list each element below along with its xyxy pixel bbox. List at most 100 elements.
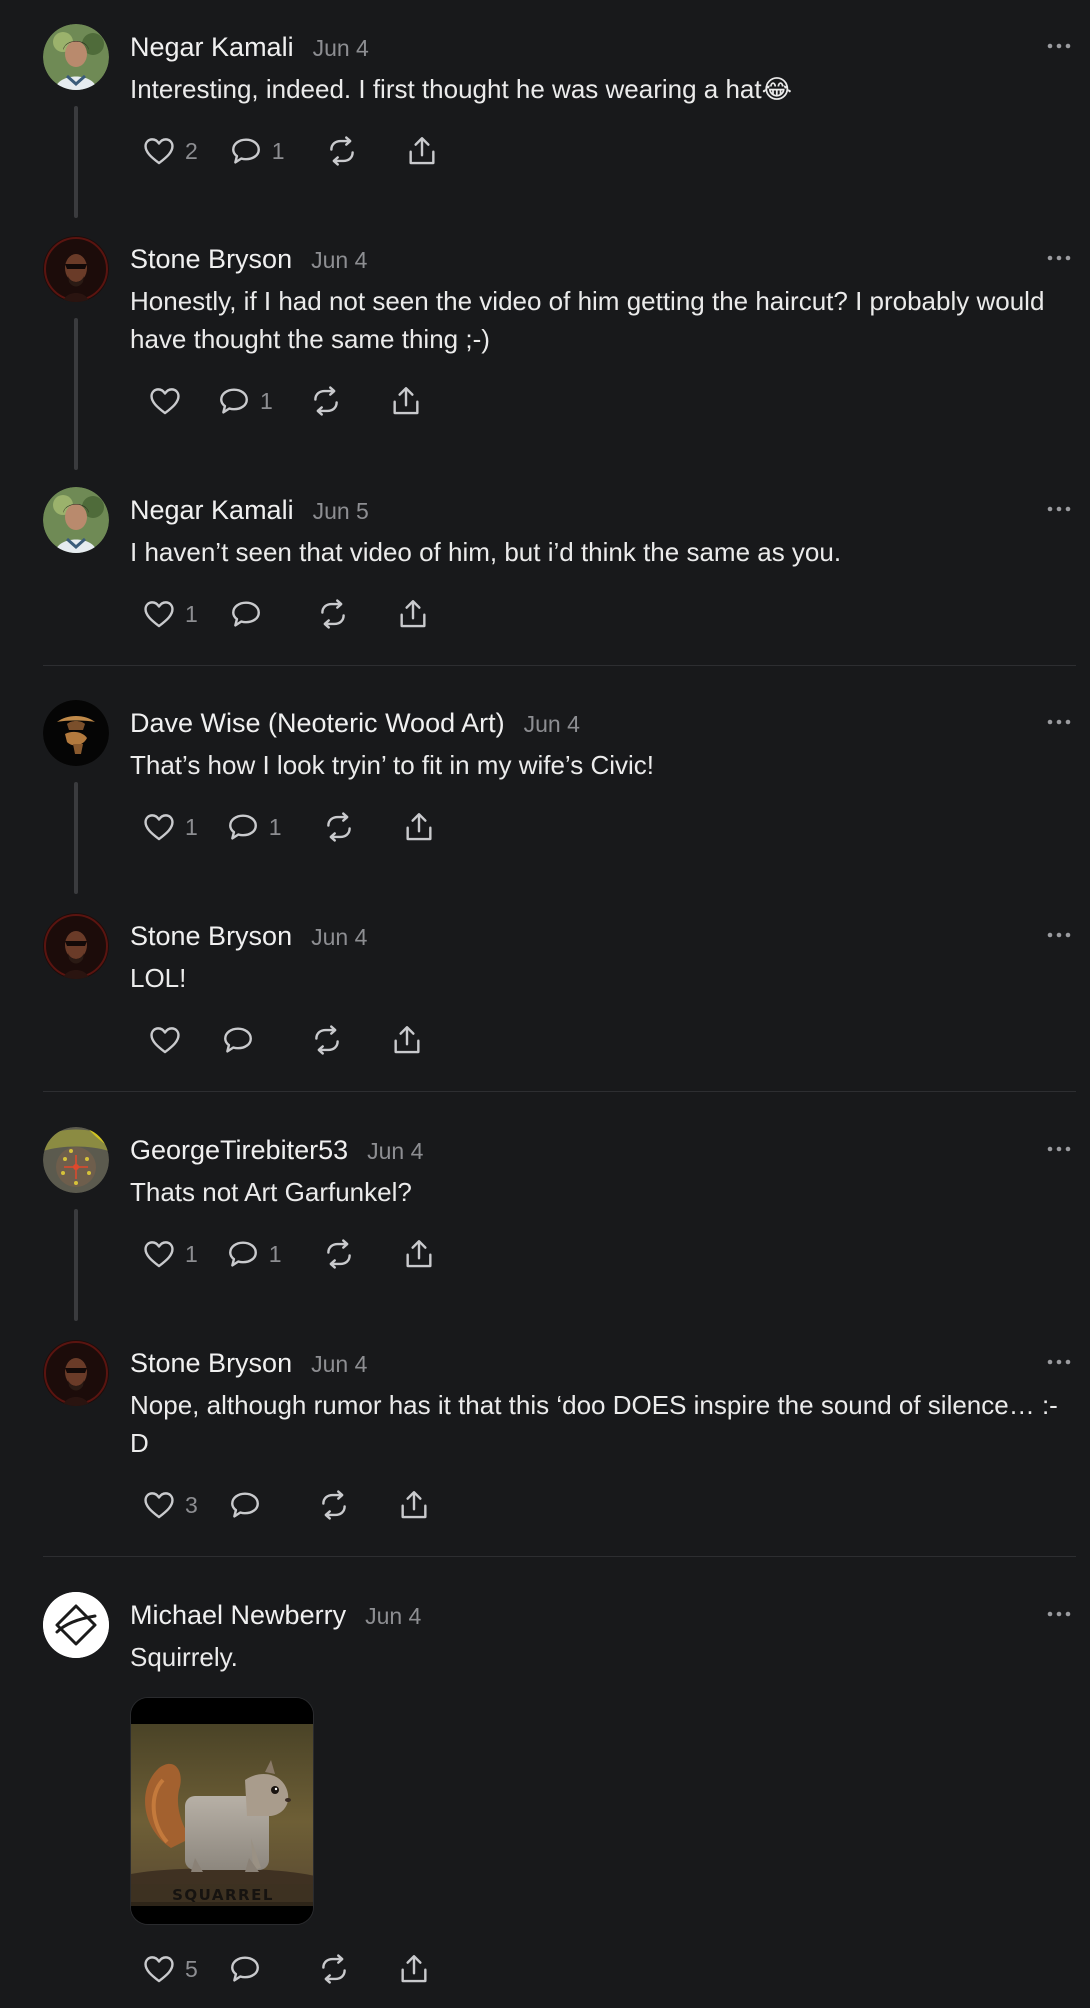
thread-line xyxy=(74,782,78,894)
like-button[interactable]: 1 xyxy=(142,1234,198,1274)
more-dots-icon[interactable] xyxy=(1040,497,1078,521)
author-name[interactable]: Negar Kamali xyxy=(130,32,294,63)
author-name[interactable]: Stone Bryson xyxy=(130,921,292,952)
share-button[interactable] xyxy=(396,594,430,634)
like-button[interactable]: 1 xyxy=(142,807,198,847)
comment-date[interactable]: Jun 4 xyxy=(311,924,367,951)
action-bar xyxy=(148,1020,424,1060)
repost-button[interactable] xyxy=(309,381,343,421)
speech-bubble-icon xyxy=(226,1237,260,1271)
reply-button[interactable]: 1 xyxy=(226,807,282,847)
action-bar: 5 xyxy=(142,1949,431,1989)
like-button[interactable] xyxy=(148,1020,191,1060)
heart-icon xyxy=(148,384,182,418)
avatar[interactable] xyxy=(43,700,109,766)
image-caption: SQUARREL xyxy=(172,1886,274,1904)
share-button[interactable] xyxy=(397,1485,431,1525)
like-button[interactable] xyxy=(148,381,191,421)
reply-button[interactable]: 1 xyxy=(217,381,273,421)
share-button[interactable] xyxy=(405,131,439,171)
share-icon xyxy=(402,810,436,844)
more-dots-icon[interactable] xyxy=(1040,923,1078,947)
comment-date[interactable]: Jun 4 xyxy=(365,1603,421,1630)
avatar[interactable] xyxy=(43,24,109,90)
avatar[interactable] xyxy=(43,236,109,302)
share-icon xyxy=(389,384,423,418)
comment-text: LOL! xyxy=(130,963,187,993)
reply-button[interactable] xyxy=(228,1949,271,1989)
author-name[interactable]: Stone Bryson xyxy=(130,1348,292,1379)
reply-button[interactable] xyxy=(229,594,272,634)
reply-count: 1 xyxy=(268,813,282,840)
like-count: 5 xyxy=(185,1955,198,1982)
action-bar: 2 1 xyxy=(142,131,439,171)
comment-date[interactable]: Jun 4 xyxy=(313,35,369,62)
avatar[interactable] xyxy=(43,1592,109,1658)
action-bar: 1 1 xyxy=(142,1234,436,1274)
like-button[interactable]: 3 xyxy=(142,1485,198,1525)
share-button[interactable] xyxy=(389,381,423,421)
share-icon xyxy=(402,1237,436,1271)
avatar[interactable] xyxy=(43,487,109,553)
heart-icon xyxy=(142,1237,176,1271)
action-bar: 1 xyxy=(142,594,430,634)
repost-button[interactable] xyxy=(316,594,350,634)
avatar[interactable] xyxy=(43,1340,109,1406)
share-icon xyxy=(405,134,439,168)
reply-button[interactable] xyxy=(221,1020,264,1060)
repost-icon xyxy=(325,134,359,168)
share-button[interactable] xyxy=(397,1949,431,1989)
reply-button[interactable]: 1 xyxy=(226,1234,282,1274)
comment-date[interactable]: Jun 5 xyxy=(313,498,369,525)
share-button[interactable] xyxy=(402,807,436,847)
like-button[interactable]: 5 xyxy=(142,1949,198,1989)
repost-button[interactable] xyxy=(310,1020,344,1060)
more-dots-icon[interactable] xyxy=(1040,1602,1078,1626)
heart-icon xyxy=(142,597,176,631)
author-name[interactable]: Stone Bryson xyxy=(130,244,292,275)
speech-bubble-icon xyxy=(228,1488,262,1522)
avatar[interactable] xyxy=(43,913,109,979)
reply-button[interactable]: 1 xyxy=(229,131,285,171)
repost-icon xyxy=(316,597,350,631)
avatar[interactable] xyxy=(43,1127,109,1193)
comment-header: Stone Bryson Jun 4 xyxy=(130,921,367,952)
author-name[interactable]: GeorgeTirebiter53 xyxy=(130,1135,348,1166)
divider xyxy=(43,1091,1076,1092)
speech-bubble-icon xyxy=(229,134,263,168)
author-name[interactable]: Dave Wise (Neoteric Wood Art) xyxy=(130,708,505,739)
like-button[interactable]: 1 xyxy=(142,594,198,634)
author-name[interactable]: Michael Newberry xyxy=(130,1600,346,1631)
share-button[interactable] xyxy=(390,1020,424,1060)
heart-icon xyxy=(142,1488,176,1522)
like-button[interactable]: 2 xyxy=(142,131,198,171)
speech-bubble-icon xyxy=(229,597,263,631)
share-button[interactable] xyxy=(402,1234,436,1274)
more-dots-icon[interactable] xyxy=(1040,710,1078,734)
attached-image[interactable]: SQUARREL xyxy=(130,1697,314,1925)
more-dots-icon[interactable] xyxy=(1040,1137,1078,1161)
comment-header: Michael Newberry Jun 4 xyxy=(130,1600,421,1631)
reply-count: 1 xyxy=(260,387,273,414)
heart-icon xyxy=(148,1023,182,1057)
author-name[interactable]: Negar Kamali xyxy=(130,495,294,526)
reply-button[interactable] xyxy=(228,1485,271,1525)
more-dots-icon[interactable] xyxy=(1040,1350,1078,1374)
comment-date[interactable]: Jun 4 xyxy=(311,247,367,274)
repost-button[interactable] xyxy=(322,1234,356,1274)
repost-button[interactable] xyxy=(317,1485,351,1525)
reply-count: 1 xyxy=(271,137,285,164)
share-icon xyxy=(397,1488,431,1522)
repost-button[interactable] xyxy=(322,807,356,847)
comment-date[interactable]: Jun 4 xyxy=(367,1138,423,1165)
comment-date[interactable]: Jun 4 xyxy=(524,711,580,738)
more-dots-icon[interactable] xyxy=(1040,246,1078,270)
comment-header: Stone Bryson Jun 4 xyxy=(130,1348,367,1379)
repost-button[interactable] xyxy=(317,1949,351,1989)
action-bar: 1 1 xyxy=(142,807,436,847)
repost-button[interactable] xyxy=(325,131,359,171)
comment-date[interactable]: Jun 4 xyxy=(311,1351,367,1378)
repost-icon xyxy=(322,810,356,844)
more-dots-icon[interactable] xyxy=(1040,34,1078,58)
divider xyxy=(43,1556,1076,1557)
